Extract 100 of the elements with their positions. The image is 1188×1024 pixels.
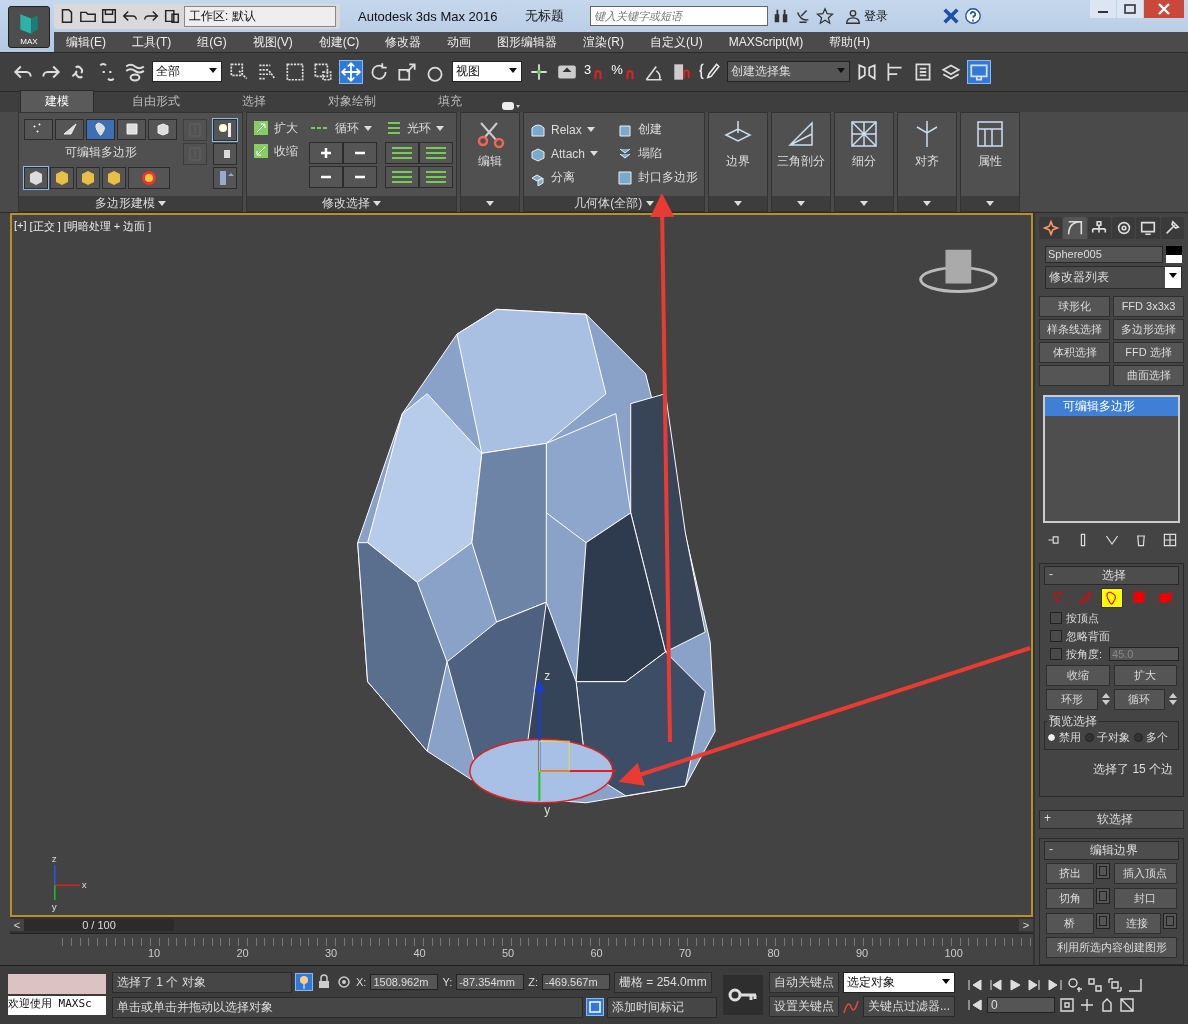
loop-modify-icon[interactable] bbox=[343, 165, 377, 188]
edit-border-button[interactable]: 挤出 bbox=[1046, 862, 1094, 884]
modifier-button[interactable]: FFD 3x3x3 bbox=[1113, 295, 1185, 317]
rollout-header[interactable]: - 编辑边界 bbox=[1044, 840, 1180, 860]
viewport-navigation-icon[interactable] bbox=[1079, 996, 1095, 1013]
caret-icon[interactable] bbox=[986, 200, 994, 206]
viewport-label[interactable]: [正交 ] bbox=[29, 218, 61, 234]
object-name-field[interactable]: Sphere005 bbox=[1045, 245, 1164, 263]
menu-item[interactable]: 图形编辑器 bbox=[497, 33, 558, 51]
menu-item[interactable]: 视图(V) bbox=[252, 33, 293, 51]
window-crossing-icon[interactable] bbox=[312, 60, 334, 83]
menu-item[interactable]: 修改器 bbox=[385, 33, 422, 51]
caret-icon[interactable] bbox=[860, 200, 868, 206]
minimize-icon[interactable] bbox=[1090, 0, 1116, 18]
listener-output[interactable] bbox=[8, 974, 106, 995]
subobject-button[interactable] bbox=[117, 118, 146, 140]
collapse-stack-icon[interactable] bbox=[213, 166, 237, 189]
modifier-list-dropdown[interactable]: 修改器列表 bbox=[1045, 265, 1183, 289]
rollout-header[interactable]: + 软选择 bbox=[1039, 809, 1185, 829]
subobject-button[interactable] bbox=[55, 118, 84, 140]
show-end-result-icon[interactable] bbox=[213, 118, 237, 141]
caret-icon[interactable] bbox=[797, 200, 805, 206]
key-icon[interactable] bbox=[723, 974, 763, 1015]
curve-icon[interactable] bbox=[843, 998, 859, 1015]
next-frame-button[interactable]: > bbox=[1019, 918, 1033, 931]
ring-modify-icon[interactable] bbox=[385, 165, 419, 188]
subobject-button[interactable] bbox=[24, 118, 53, 140]
named-selection-dropdown[interactable]: 创建选择集 bbox=[726, 61, 850, 83]
viewport-label[interactable]: [明暗处理 + 边面 ] bbox=[63, 218, 152, 234]
ring-button[interactable]: 光环 bbox=[385, 118, 451, 138]
geometry-button[interactable]: Relax bbox=[529, 118, 600, 141]
ribbon-tab[interactable]: 对象绘制 bbox=[304, 90, 400, 112]
loop-button[interactable]: 循环 bbox=[1113, 688, 1166, 710]
menu-item[interactable]: 动画 bbox=[447, 33, 472, 51]
viewport-label[interactable]: [+] bbox=[14, 218, 27, 234]
absolute-mode-icon[interactable] bbox=[336, 974, 352, 991]
workspace-dropdown[interactable]: 工作区: 默认 bbox=[184, 5, 336, 27]
grow-button[interactable]: 扩大 bbox=[252, 118, 299, 138]
edit-label[interactable]: 编辑 bbox=[478, 152, 502, 170]
menu-item[interactable]: 帮助(H) bbox=[829, 33, 870, 51]
listener-input[interactable]: 欢迎使用 MAXSc bbox=[8, 996, 106, 1016]
project-folder-icon[interactable] bbox=[163, 7, 181, 25]
menu-item[interactable]: 编辑(E) bbox=[66, 33, 106, 51]
ribbon-toggle-icon[interactable] bbox=[500, 99, 522, 112]
panel-title[interactable]: 几何体(全部) bbox=[524, 195, 704, 211]
loop-modify-icon[interactable] bbox=[343, 141, 377, 164]
x-logo-icon[interactable] bbox=[942, 7, 961, 25]
menu-item[interactable]: 创建(C) bbox=[318, 33, 360, 51]
isolate-icon[interactable] bbox=[296, 974, 312, 991]
reference-coordinate-dropdown[interactable]: 视图 bbox=[452, 61, 522, 83]
y-coordinate-field[interactable]: -87.354mm bbox=[456, 974, 525, 991]
ring-modify-icon[interactable] bbox=[419, 165, 453, 188]
checkbox[interactable] bbox=[1050, 612, 1062, 625]
radio-button[interactable] bbox=[1085, 732, 1094, 742]
edit-border-button[interactable]: 封口 bbox=[1113, 887, 1178, 909]
utilities-tab[interactable] bbox=[1160, 216, 1185, 239]
geometry-button[interactable]: 分离 bbox=[529, 166, 600, 189]
time-slider-thumb[interactable]: 0 / 100 bbox=[24, 918, 174, 931]
geometry-button[interactable]: Attach bbox=[529, 142, 600, 165]
soft-selection-icon[interactable] bbox=[128, 166, 170, 189]
pin-stack-icon[interactable] bbox=[213, 142, 237, 165]
caret-icon[interactable] bbox=[923, 200, 931, 206]
modifier-button[interactable]: 球形化 bbox=[1039, 295, 1111, 317]
radio-button[interactable] bbox=[1047, 732, 1056, 742]
playback-control-icon[interactable] bbox=[967, 976, 983, 993]
key-mode-dropdown[interactable]: 选定对象 bbox=[843, 972, 955, 994]
checkbox[interactable] bbox=[1050, 648, 1062, 661]
ribbon-tab[interactable]: 自由形式 bbox=[108, 90, 204, 112]
set-key-button[interactable]: 设置关键点 bbox=[769, 996, 839, 1018]
caret-icon[interactable] bbox=[734, 200, 742, 206]
spinner-arrows-icon[interactable] bbox=[1169, 692, 1178, 707]
stack-item[interactable]: 可编辑多边形 bbox=[1045, 396, 1179, 416]
star-icon[interactable] bbox=[816, 7, 835, 25]
playback-control-icon[interactable] bbox=[1047, 976, 1063, 993]
lock-icon[interactable] bbox=[316, 974, 332, 991]
ribbon-button-label[interactable]: 属性 bbox=[978, 152, 1002, 170]
snap-toggle[interactable]: 3 bbox=[584, 61, 606, 82]
search-field[interactable]: 键入关键字或短语 bbox=[590, 6, 769, 26]
cube-select-icon[interactable] bbox=[102, 166, 126, 189]
shrink-button[interactable]: 收缩 bbox=[1046, 664, 1110, 686]
panel-title[interactable]: 修改选择 bbox=[247, 195, 456, 211]
grow-button[interactable]: 扩大 bbox=[1113, 664, 1178, 686]
sign-in-button[interactable]: 登录 bbox=[838, 6, 895, 26]
display-tab[interactable] bbox=[1136, 216, 1160, 239]
playback-control-icon[interactable] bbox=[1007, 976, 1023, 993]
ribbon-button-label[interactable]: 对齐 bbox=[915, 152, 939, 170]
panel-title[interactable]: 多边形建模 bbox=[19, 195, 242, 211]
save-icon[interactable] bbox=[100, 7, 118, 25]
playback-control-icon[interactable] bbox=[1027, 976, 1043, 993]
motion-tab[interactable] bbox=[1112, 216, 1136, 239]
render-setup-icon[interactable] bbox=[967, 60, 990, 83]
viewport[interactable]: [+] [正交 ] [明暗处理 + 边面 ] z y z x y bbox=[10, 212, 1033, 917]
subobject-button[interactable] bbox=[148, 118, 177, 140]
subobject-button[interactable] bbox=[86, 118, 115, 140]
navigation-icon[interactable] bbox=[1127, 976, 1143, 993]
hierarchy-tab[interactable] bbox=[1087, 216, 1112, 239]
ring-modify-icon[interactable] bbox=[419, 141, 453, 164]
checkbox[interactable] bbox=[1050, 630, 1062, 643]
key-mode-icon[interactable] bbox=[967, 996, 983, 1013]
geometry-button[interactable]: 封口多边形 bbox=[615, 166, 699, 189]
